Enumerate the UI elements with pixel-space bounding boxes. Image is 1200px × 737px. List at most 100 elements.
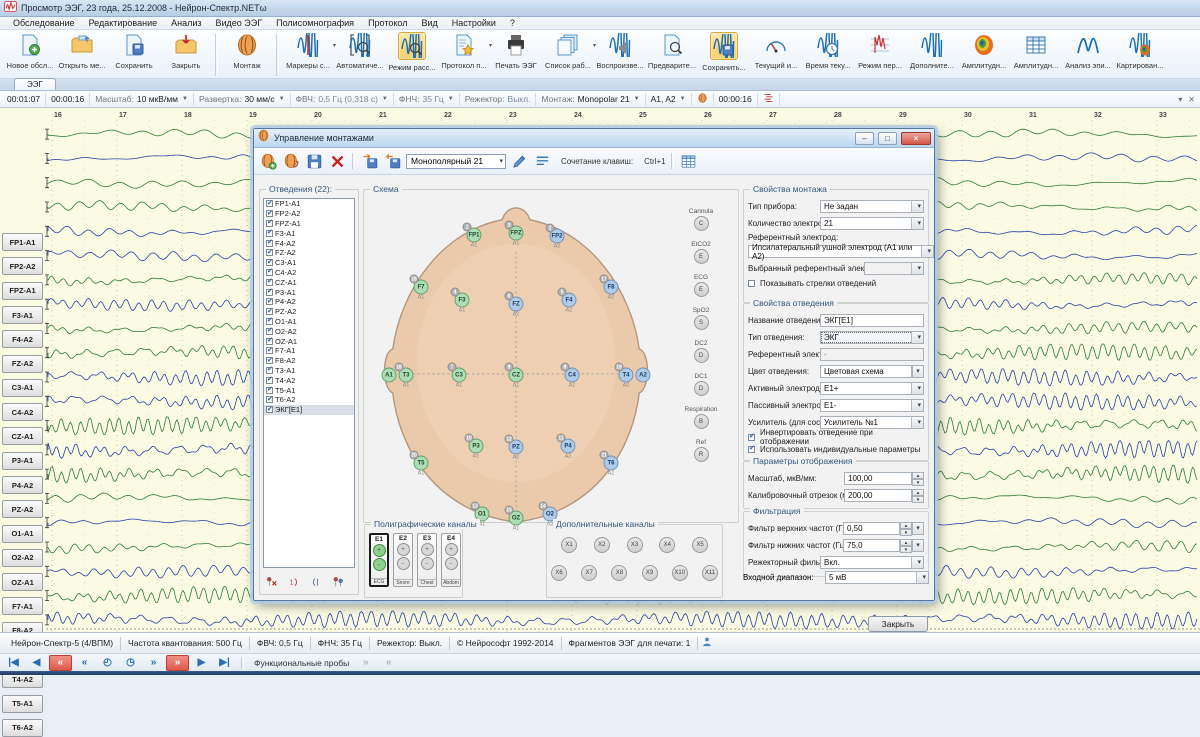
fragment-duration[interactable]: 00:00:16: [714, 93, 758, 106]
spin-up-icon[interactable]: ▲: [912, 472, 924, 479]
channel-label-P3-A1[interactable]: P3-A1: [2, 452, 43, 470]
channel-label-F4-A2[interactable]: F4-A2: [2, 330, 43, 348]
move-lead-down-button[interactable]: 1: [285, 574, 304, 591]
hpf-spinner[interactable]: ▲▼: [900, 522, 912, 535]
electrode-P4[interactable]: P411A2: [561, 439, 576, 454]
extra-channel-X5[interactable]: X5: [692, 537, 708, 553]
lead-checkbox[interactable]: [266, 338, 273, 345]
side-channel-electrode[interactable]: D: [694, 381, 709, 396]
spin-up-icon[interactable]: ▲: [912, 489, 924, 496]
electrode-F4[interactable]: F45A2: [562, 293, 577, 308]
timer-forward-button[interactable]: ◷: [120, 656, 141, 670]
lead-checkbox[interactable]: [266, 377, 273, 384]
poly-channel-E1[interactable]: E1+-ECG: [369, 533, 389, 587]
channel-label-O1-A1[interactable]: O1-A1: [2, 525, 43, 543]
fast-rewind-button[interactable]: «: [49, 655, 72, 671]
poly-minus-contact[interactable]: -: [421, 557, 434, 570]
lead-item-PZ-A2[interactable]: PZ-A2: [264, 307, 354, 317]
field-invert-lead[interactable]: Инвертировать отведение при отображении: [748, 431, 924, 443]
poly-minus-contact[interactable]: -: [373, 558, 386, 571]
poly-minus-contact[interactable]: -: [445, 557, 458, 570]
lead-checkbox[interactable]: [266, 259, 273, 266]
menu-item-9[interactable]: ?: [503, 17, 522, 29]
side-channel-electrode[interactable]: D: [694, 348, 709, 363]
lead-item-FP1-A1[interactable]: FP1-A1: [264, 199, 354, 209]
menu-item-8[interactable]: Настройки: [445, 17, 503, 29]
reference-electrode-select[interactable]: Ипсилатеральный ушной электрод (A1 или A…: [748, 245, 934, 258]
montage-select[interactable]: Монтаж:Monopolar 21▼: [536, 93, 645, 106]
poly-channel-E3[interactable]: E3+-Chest: [417, 533, 437, 587]
worklist-button[interactable]: Список раб...▾: [542, 32, 594, 70]
field-individual-params[interactable]: Использовать индивидуальные параметры: [748, 443, 924, 455]
electrode-F3[interactable]: F34A1: [455, 293, 470, 308]
device-type-select[interactable]: Не задан: [820, 200, 924, 213]
menu-item-4[interactable]: Видео ЭЭГ: [209, 17, 270, 29]
lead-item-F3-A1[interactable]: F3-A1: [264, 228, 354, 238]
channel-label-FPZ-A1[interactable]: FPZ-A1: [2, 282, 43, 300]
electrode-FPZ[interactable]: FPZ3A1: [509, 226, 524, 241]
lead-item-O2-A2[interactable]: O2-A2: [264, 326, 354, 336]
individual-params-checkbox[interactable]: [748, 446, 755, 453]
poly-plus-contact[interactable]: +: [373, 544, 386, 557]
lead-reference-input[interactable]: -: [820, 348, 924, 361]
extra-channel-X10[interactable]: X10: [672, 565, 688, 581]
scale-spinner[interactable]: ▲▼: [912, 472, 924, 485]
lead-item-ЭКГ[E1][interactable]: ЭКГ[E1]: [264, 405, 354, 415]
lead-checkbox[interactable]: [266, 328, 273, 335]
spin-down-icon[interactable]: ▼: [900, 529, 912, 536]
channel-label-F3-A1[interactable]: F3-A1: [2, 306, 43, 324]
lead-item-T5-A1[interactable]: T5-A1: [264, 385, 354, 395]
montage-name-select[interactable]: Монополярный 21: [406, 154, 506, 169]
auto-analysis-button[interactable]: Автоматиче...: [334, 32, 386, 70]
poly-channel-E2[interactable]: E2+-Snore: [393, 533, 413, 587]
poly-plus-contact[interactable]: +: [421, 543, 434, 556]
electrode-PZ[interactable]: PZ12A2: [509, 440, 524, 455]
lpf-dropdown-button[interactable]: ▾: [912, 539, 924, 552]
side-channel-electrode[interactable]: B: [694, 414, 709, 429]
toolbar-options-icon[interactable]: ▾: [1178, 95, 1182, 104]
lead-item-O1-A1[interactable]: O1-A1: [264, 317, 354, 327]
lead-checkbox[interactable]: [266, 357, 273, 364]
lead-color-input[interactable]: Цветовая схема: [820, 365, 912, 378]
amplifier-select[interactable]: Усилитель №1: [820, 416, 924, 429]
channel-label-C3-A1[interactable]: C3-A1: [2, 379, 43, 397]
calibration-spinner[interactable]: ▲▼: [912, 489, 924, 502]
electrode-A2[interactable]: A2: [636, 368, 651, 383]
scale-input[interactable]: 100,00: [844, 472, 912, 485]
channel-label-PZ-A2[interactable]: PZ-A2: [2, 500, 43, 518]
reference-select[interactable]: A1, A2▼: [646, 93, 692, 106]
print-eeg-button[interactable]: Печать ЭЭГ: [490, 32, 542, 70]
copy-montage-button[interactable]: [281, 151, 301, 171]
side-channel-electrode[interactable]: C: [694, 216, 709, 231]
additional-button[interactable]: Дополните...: [906, 32, 958, 70]
channel-label-OZ-A1[interactable]: OZ-A1: [2, 573, 43, 591]
lead-checkbox[interactable]: [266, 269, 273, 276]
current-source-button[interactable]: Текущий и...: [750, 32, 802, 70]
channel-label-CZ-A1[interactable]: CZ-A1: [2, 427, 43, 445]
lead-item-FP2-A2[interactable]: FP2-A2: [264, 209, 354, 219]
menu-item-7[interactable]: Вид: [414, 17, 444, 29]
go-start-button[interactable]: |◀: [3, 656, 24, 670]
close-button[interactable]: Закрыть: [868, 616, 928, 632]
calibration-input[interactable]: 200,00: [844, 489, 912, 502]
lead-checkbox[interactable]: [266, 279, 273, 286]
lead-item-P3-A1[interactable]: P3-A1: [264, 287, 354, 297]
lead-checkbox[interactable]: [266, 249, 273, 256]
lead-checkbox[interactable]: [266, 318, 273, 325]
menu-item-6[interactable]: Протокол: [361, 17, 414, 29]
dialog-minimize-button[interactable]: –: [855, 132, 874, 145]
forward-button[interactable]: »: [143, 656, 164, 670]
side-channel-electrode[interactable]: E: [694, 249, 709, 264]
lead-item-C4-A2[interactable]: C4-A2: [264, 268, 354, 278]
time-elapsed[interactable]: 00:01:07: [2, 93, 46, 106]
add-lead-pair-button[interactable]: [329, 574, 348, 591]
dialog-maximize-button[interactable]: □: [878, 132, 897, 145]
poly-plus-contact[interactable]: +: [445, 543, 458, 556]
extra-channel-X11[interactable]: X11: [702, 565, 718, 581]
open-exam-button[interactable]: Открыть ме...: [56, 32, 108, 70]
electrode-CZ[interactable]: CZ9A1: [509, 368, 524, 383]
hpf-dropdown-button[interactable]: ▾: [912, 522, 924, 535]
notch-select[interactable]: Вкл.: [820, 556, 924, 569]
extra-channel-X6[interactable]: X6: [551, 565, 567, 581]
extra-channel-X4[interactable]: X4: [659, 537, 675, 553]
